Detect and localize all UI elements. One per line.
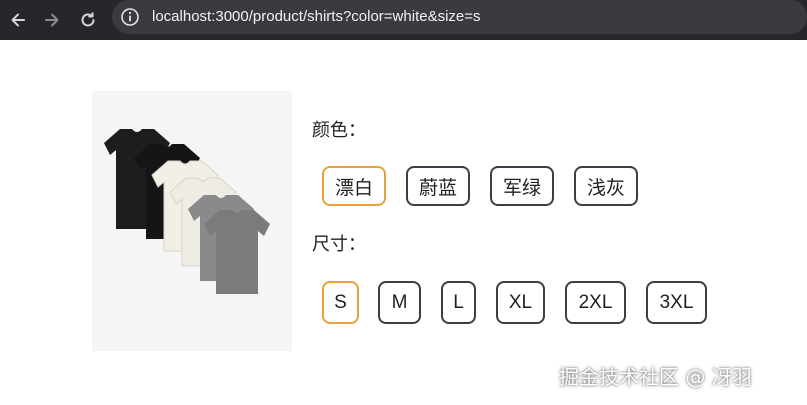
tshirt-stack-illustration bbox=[104, 129, 270, 294]
color-option-army-green[interactable]: 军绿 bbox=[490, 166, 554, 206]
browser-toolbar: localhost:3000/product/shirts?color=whit… bbox=[0, 0, 807, 40]
size-option-label: S bbox=[334, 291, 347, 313]
color-label: 颜色： bbox=[312, 120, 366, 141]
color-option-label: 漂白 bbox=[334, 176, 373, 199]
info-icon[interactable] bbox=[120, 7, 140, 27]
color-option-light-gray[interactable]: 浅灰 bbox=[574, 166, 638, 206]
color-option-white[interactable]: 漂白 bbox=[322, 166, 386, 206]
size-option-3xl[interactable]: 3XL bbox=[646, 281, 707, 324]
url-text[interactable]: localhost:3000/product/shirts?color=whit… bbox=[152, 8, 481, 26]
forward-arrow-icon[interactable] bbox=[38, 6, 66, 34]
watermark: 掘金技术社区 @ 冴羽 bbox=[559, 365, 752, 389]
size-option-label: 2XL bbox=[578, 291, 613, 313]
size-option-l[interactable]: L bbox=[441, 281, 476, 324]
reload-icon[interactable] bbox=[74, 6, 102, 34]
size-option-xl[interactable]: XL bbox=[496, 281, 545, 324]
size-option-label: 3XL bbox=[659, 291, 694, 313]
size-option-2xl[interactable]: 2XL bbox=[565, 281, 626, 324]
color-option-label: 浅灰 bbox=[586, 176, 625, 199]
size-label: 尺寸： bbox=[312, 234, 366, 255]
size-option-m[interactable]: M bbox=[378, 281, 421, 324]
size-option-label: L bbox=[453, 291, 464, 313]
back-arrow-icon[interactable] bbox=[4, 6, 32, 34]
size-option-label: XL bbox=[508, 291, 533, 313]
color-option-label: 蔚蓝 bbox=[418, 176, 457, 199]
size-option-label: M bbox=[391, 291, 408, 313]
color-option-label: 军绿 bbox=[502, 176, 541, 199]
product-image bbox=[92, 91, 292, 351]
color-option-azure[interactable]: 蔚蓝 bbox=[406, 166, 470, 206]
size-option-s[interactable]: S bbox=[322, 281, 359, 324]
